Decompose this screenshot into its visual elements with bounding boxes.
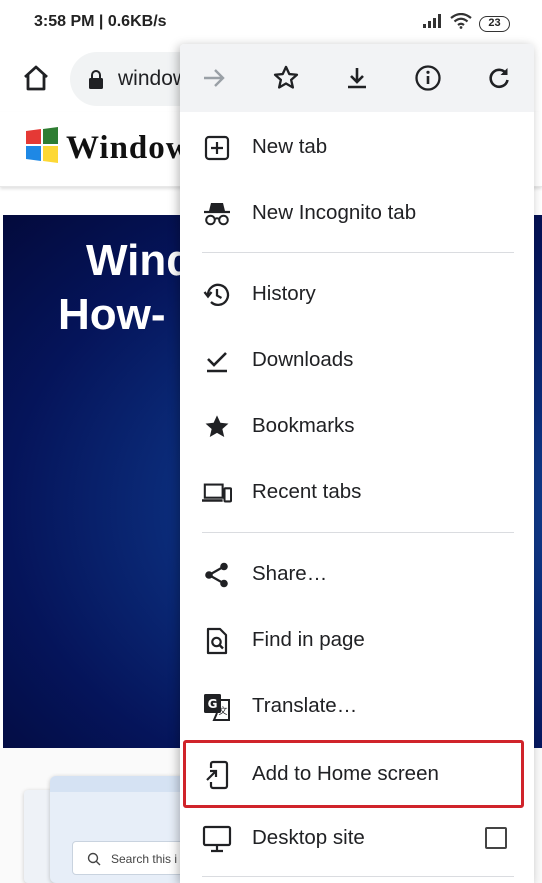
menu-item-label: Add to Home screen — [252, 762, 439, 785]
wifi-icon — [450, 12, 472, 34]
menu-item-find-in-page[interactable]: Find in page — [180, 607, 534, 673]
translate-icon: G文 — [202, 692, 232, 722]
menu-item-downloads[interactable]: Downloads — [180, 327, 534, 393]
menu-item-label: Desktop site — [252, 826, 365, 849]
site-logo-icon[interactable] — [24, 127, 60, 163]
menu-item-label: Share… — [252, 562, 328, 585]
image-search-text: Search this i — [111, 852, 178, 866]
menu-item-add-to-home-screen[interactable]: Add to Home screen — [180, 741, 534, 807]
share-icon — [202, 560, 232, 590]
menu-divider — [202, 252, 514, 253]
menu-item-label: New tab — [252, 135, 328, 158]
menu-item-label: Translate… — [252, 694, 358, 717]
history-icon — [202, 280, 232, 310]
bookmark-star-icon[interactable] — [270, 62, 302, 94]
menu-divider — [202, 876, 514, 877]
menu-item-new-incognito-tab[interactable]: New Incognito tab — [180, 180, 534, 246]
desktop-icon — [202, 824, 232, 854]
svg-text:文: 文 — [218, 705, 227, 717]
incognito-icon — [202, 199, 232, 229]
hero-title-line2: How- — [58, 290, 166, 339]
menu-item-label: New Incognito tab — [252, 201, 417, 224]
downloads-icon — [202, 346, 232, 376]
lock-icon — [88, 70, 104, 95]
overflow-menu: New tab New Incognito tab History Downlo… — [180, 44, 534, 883]
menu-item-history[interactable]: History — [180, 261, 534, 327]
svg-text:G: G — [208, 697, 218, 711]
info-icon[interactable] — [412, 62, 444, 94]
menu-item-label: Downloads — [252, 348, 354, 371]
home-icon[interactable] — [20, 62, 52, 94]
menu-item-label: Bookmarks — [252, 414, 355, 437]
menu-item-share[interactable]: Share… — [180, 541, 534, 607]
add-to-home-screen-icon — [202, 760, 232, 790]
site-logo-text[interactable]: Window — [66, 130, 191, 167]
menu-divider — [202, 532, 514, 533]
desktop-site-checkbox[interactable] — [485, 827, 507, 849]
reload-icon[interactable] — [483, 62, 515, 94]
search-icon — [87, 852, 101, 866]
status-time-speed: 3:58 PM | 0.6KB/s — [34, 13, 167, 30]
menu-item-translate[interactable]: G文 Translate… — [180, 673, 534, 739]
battery-icon: 23 — [479, 15, 510, 32]
new-tab-icon — [202, 133, 232, 163]
forward-icon[interactable] — [198, 62, 230, 94]
status-icons: 23 — [423, 12, 510, 34]
menu-item-label: History — [252, 282, 316, 305]
menu-item-label: Recent tabs — [252, 480, 362, 503]
find-in-page-icon — [202, 626, 232, 656]
bookmarks-star-icon — [202, 412, 232, 442]
url-text: window — [118, 67, 189, 90]
menu-item-label: Find in page — [252, 628, 365, 651]
download-icon[interactable] — [341, 62, 373, 94]
menu-item-recent-tabs[interactable]: Recent tabs — [180, 459, 534, 525]
recent-tabs-icon — [202, 478, 232, 508]
menu-action-row — [180, 44, 534, 112]
menu-item-desktop-site[interactable]: Desktop site — [180, 805, 534, 871]
hero-title-line1: Wind — [86, 236, 194, 285]
menu-item-new-tab[interactable]: New tab — [180, 114, 534, 180]
menu-item-bookmarks[interactable]: Bookmarks — [180, 393, 534, 459]
signal-icon — [423, 14, 443, 33]
status-bar: 3:58 PM | 0.6KB/s 23 — [0, 0, 542, 44]
